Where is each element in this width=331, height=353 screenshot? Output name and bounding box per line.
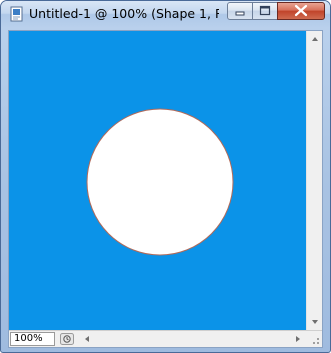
window-title: Untitled-1 @ 100% (Shape 1, RGB... <box>29 6 219 21</box>
status-menu-icon[interactable] <box>59 332 75 346</box>
resize-grip-icon[interactable] <box>306 331 322 347</box>
vertical-scrollbar[interactable] <box>306 31 322 330</box>
maximize-icon <box>259 5 271 16</box>
photoshop-document-icon[interactable] <box>8 5 26 23</box>
document-client-area: 100% <box>8 30 323 348</box>
scroll-up-icon[interactable] <box>307 31 323 47</box>
title-bar[interactable]: Untitled-1 @ 100% (Shape 1, RGB... <box>1 1 330 28</box>
scroll-right-icon[interactable] <box>290 331 306 347</box>
scroll-down-icon[interactable] <box>307 314 323 330</box>
document-window: Untitled-1 @ 100% (Shape 1, RGB... <box>0 0 331 353</box>
zoom-level-field[interactable]: 100% <box>10 332 55 346</box>
close-button[interactable] <box>277 2 325 20</box>
status-bar: 100% <box>9 330 322 347</box>
shape-circle[interactable] <box>86 108 234 256</box>
canvas-artwork <box>86 108 234 256</box>
horizontal-scrollbar[interactable] <box>79 331 322 347</box>
canvas[interactable] <box>9 31 306 330</box>
minimize-icon <box>235 11 245 16</box>
scroll-left-icon[interactable] <box>79 331 95 347</box>
maximize-button[interactable] <box>252 2 278 20</box>
close-icon <box>294 4 308 17</box>
minimize-button[interactable] <box>227 2 253 20</box>
